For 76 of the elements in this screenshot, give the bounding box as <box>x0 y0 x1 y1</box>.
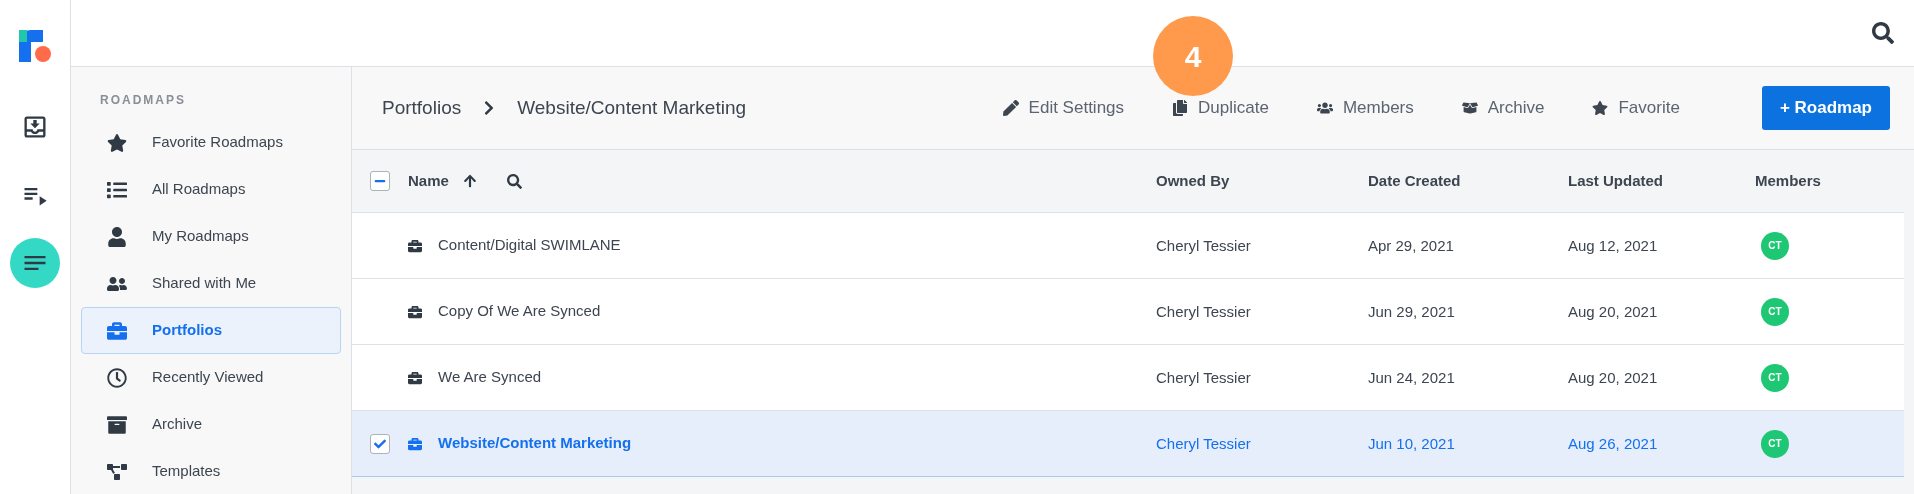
toolbar-action[interactable]: Archive <box>1461 95 1545 121</box>
row-checkbox[interactable] <box>370 433 390 454</box>
sidebar-label: My Roadmaps <box>152 226 249 247</box>
breadcrumb-item[interactable]: Portfolios <box>382 93 462 123</box>
sidebar-label: Favorite Roadmaps <box>152 132 283 153</box>
people-icon <box>1316 100 1333 116</box>
search-icon[interactable] <box>1872 22 1894 44</box>
owner-text: Cheryl Tessier <box>1156 236 1251 254</box>
last-updated-text: Aug 12, 2021 <box>1568 236 1658 254</box>
date-created-text: Apr 29, 2021 <box>1368 236 1454 254</box>
last-updated-text: Aug 20, 2021 <box>1568 302 1658 320</box>
star-icon <box>1592 100 1609 116</box>
briefcase-icon <box>408 436 422 451</box>
column-header[interactable]: Name <box>408 169 449 193</box>
toolbar-action[interactable]: Members <box>1316 95 1414 121</box>
toolbar-action[interactable]: Edit Settings <box>1002 95 1125 121</box>
toolbar-action[interactable]: Favorite <box>1592 95 1680 121</box>
column-header[interactable]: Members <box>1755 169 1821 193</box>
date-created-text: Jun 29, 2021 <box>1368 302 1455 320</box>
member-avatar: CT <box>1761 297 1789 326</box>
briefcase-icon <box>408 304 422 319</box>
list-icon <box>107 179 127 200</box>
roadmap-name[interactable]: We Are Synced <box>438 366 542 389</box>
sidebar-item[interactable]: Archive <box>81 401 341 448</box>
briefcase-icon <box>408 370 422 385</box>
roadmap-name[interactable]: Content/Digital SWIMLANE <box>438 234 621 257</box>
column-header[interactable]: Last Updated <box>1568 169 1663 193</box>
archive-box-icon <box>1461 100 1478 116</box>
sidebar-heading: ROADMAPS <box>99 92 187 109</box>
sidebar-label: All Roadmaps <box>152 179 246 200</box>
date-created-text: Jun 10, 2021 <box>1368 434 1455 452</box>
step-badge: 4 <box>1153 16 1233 96</box>
toolbar-action[interactable]: Duplicate <box>1172 95 1269 121</box>
briefcase-icon <box>107 320 127 341</box>
owner-text: Cheryl Tessier <box>1156 302 1251 320</box>
rail-button[interactable] <box>10 238 60 288</box>
last-updated-text: Aug 20, 2021 <box>1568 368 1658 386</box>
sidebar-item[interactable]: Templates <box>81 448 341 494</box>
search-icon[interactable] <box>506 173 522 189</box>
roadmap-name[interactable]: Website/Content Marketing <box>438 432 632 455</box>
sidebar-label: Portfolios <box>152 320 222 341</box>
owner-text: Cheryl Tessier <box>1156 434 1251 452</box>
member-avatar: CT <box>1761 363 1789 392</box>
breadcrumb-item: Website/Content Marketing <box>517 95 747 120</box>
sidebar-item[interactable]: Recently Viewed <box>81 354 341 401</box>
copy-icon <box>1172 100 1189 116</box>
archive-box-icon <box>107 414 127 435</box>
select-all-checkbox[interactable] <box>370 171 390 191</box>
nodes-icon <box>107 461 127 482</box>
star-icon <box>107 132 127 153</box>
sidebar-label: Shared with Me <box>152 273 257 294</box>
owner-text: Cheryl Tessier <box>1156 368 1251 386</box>
column-header[interactable]: Date Created <box>1368 169 1461 193</box>
last-updated-text: Aug 26, 2021 <box>1568 434 1658 452</box>
sidebar-label: Archive <box>152 414 203 435</box>
member-avatar: CT <box>1761 231 1789 260</box>
date-created-text: Jun 24, 2021 <box>1368 368 1455 386</box>
table-row[interactable]: Website/Content Marketing Cheryl Tessier Jun 10, 2021 Aug 26, 2021 CT <box>352 411 1904 477</box>
sort-arrow-icon[interactable] <box>462 174 477 188</box>
check-icon <box>374 437 386 450</box>
sidebar-label: Recently Viewed <box>152 367 264 388</box>
user-icon <box>107 226 127 247</box>
sidebar-item[interactable]: Favorite Roadmaps <box>81 119 341 166</box>
briefcase-icon <box>408 238 422 253</box>
clock-icon <box>107 367 127 388</box>
roadmap-name[interactable]: Copy Of We Are Synced <box>438 300 601 323</box>
pencil-icon <box>1002 100 1019 116</box>
logo-icon <box>19 30 51 62</box>
new-roadmap-button[interactable]: + Roadmap <box>1761 86 1890 130</box>
sidebar-item[interactable]: Portfolios <box>81 307 341 354</box>
sidebar-label: Templates <box>152 461 221 482</box>
column-header[interactable]: Owned By <box>1156 169 1230 193</box>
member-avatar: CT <box>1761 429 1789 458</box>
sidebar-item[interactable]: My Roadmaps <box>81 213 341 260</box>
sidebar-item[interactable]: All Roadmaps <box>81 166 341 213</box>
sidebar-item[interactable]: Shared with Me <box>81 260 341 307</box>
